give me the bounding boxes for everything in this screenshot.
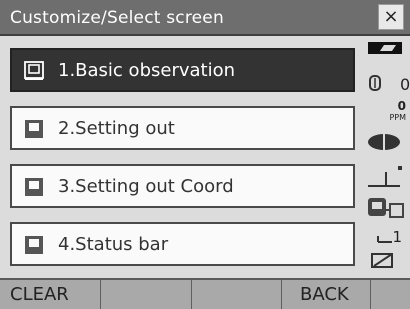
menu-item-label: 2.Setting out (58, 118, 175, 139)
softkey-bar: CLEAR BACK (0, 278, 410, 309)
ppm-value: 0 (398, 99, 406, 113)
close-button[interactable]: × (378, 4, 404, 30)
battery-icon (368, 42, 402, 54)
window-title: Customize/Select screen (10, 8, 224, 28)
softkey-back[interactable]: BACK (282, 280, 371, 309)
menu-item-label: 4.Status bar (58, 234, 169, 255)
screen-icon (25, 178, 43, 196)
prism-icon (369, 75, 381, 91)
softkey-5[interactable] (371, 280, 410, 309)
menu-item-status-bar[interactable]: 4.Status bar (10, 222, 355, 266)
laser-icon (368, 133, 400, 151)
softkey-3[interactable] (192, 280, 282, 309)
display-count: 1 (392, 228, 402, 246)
ppm-unit: PPM (389, 113, 406, 122)
softkey-2[interactable] (101, 280, 192, 309)
communication-icon (368, 198, 404, 218)
prism-constant-value: 0 (400, 75, 410, 94)
pen-icon (371, 253, 393, 268)
title-bar: Customize/Select screen × (0, 0, 410, 36)
status-sidebar: 0 0 PPM 1 (362, 36, 410, 278)
menu-item-label: 1.Basic observation (58, 60, 236, 81)
menu-item-label: 3.Setting out Coord (58, 176, 234, 197)
screen-icon (24, 61, 44, 80)
screen-icon (25, 236, 43, 254)
menu-item-setting-out-coord[interactable]: 3.Setting out Coord (10, 164, 355, 208)
softkey-clear[interactable]: CLEAR (0, 280, 101, 309)
menu-item-basic-observation[interactable]: 1.Basic observation (10, 48, 355, 92)
input-mode-icon (377, 236, 392, 243)
screen-icon (25, 120, 43, 138)
tilt-icon (368, 166, 402, 187)
menu-item-setting-out[interactable]: 2.Setting out (10, 106, 355, 150)
